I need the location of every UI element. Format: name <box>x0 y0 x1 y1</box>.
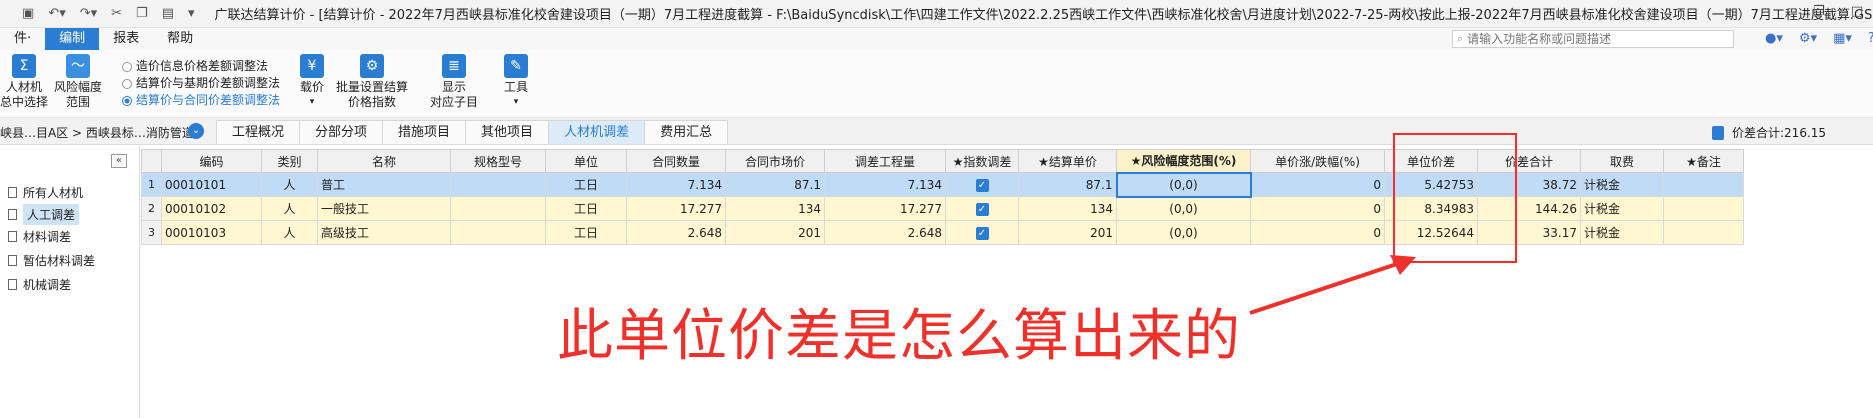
load-price-button[interactable]: ¥ 载价 ▾ <box>300 54 324 110</box>
checkbox-checked-icon[interactable]: ✓ <box>975 179 989 192</box>
document-icon <box>8 209 17 220</box>
function-search[interactable]: ⌕ <box>1452 30 1734 48</box>
user-icon[interactable]: ●▾ <box>1765 31 1783 46</box>
tab-material-adjust[interactable]: 人材机调差 <box>548 120 646 144</box>
checkbox-checked-icon[interactable]: ✓ <box>975 203 989 216</box>
batch-icon: ⚙ <box>360 54 384 78</box>
ribbon-toolbar: Σ 人材机 总中选择 〜 风险幅度 范围 造价信息价格差额调整法 结算价与基期价… <box>0 50 1873 118</box>
paste-icon[interactable]: ▤ <box>162 6 174 21</box>
dropdown-icon[interactable]: ▾ <box>188 6 195 21</box>
search-icon: ⌕ <box>1457 32 1464 45</box>
col-index-adjust[interactable]: ★指数调差 <box>945 149 1019 173</box>
dropdown-icon: ▾ <box>513 97 519 107</box>
menubar-right-icons: ●▾ ⚙▾ ▦▾ ? <box>1765 31 1873 46</box>
document-icon <box>8 255 17 266</box>
collapse-icon[interactable]: « <box>111 154 127 168</box>
tab-cost-summary[interactable]: 费用汇总 <box>644 120 729 144</box>
checkbox-checked-icon[interactable]: ✓ <box>975 227 989 240</box>
annotation-question: 此单位价差是怎么算出来的 <box>557 304 1241 369</box>
col-name[interactable]: 名称 <box>317 149 451 173</box>
menu-report[interactable]: 报表 <box>99 28 153 50</box>
document-icon <box>8 187 17 198</box>
col-adjust-qty[interactable]: 调差工程量 <box>824 149 946 173</box>
search-input[interactable] <box>1467 32 1718 46</box>
menu-help[interactable]: 帮助 <box>153 28 207 50</box>
material-tree-panel: « 所有人材机 人工调差 材料调差 暂估材料调差 机械调差 <box>0 146 140 418</box>
tree-item-material[interactable]: 材料调差 <box>8 228 71 245</box>
risk-range-button[interactable]: 〜 风险幅度 范围 <box>54 54 102 110</box>
col-unit[interactable]: 单位 <box>545 149 627 173</box>
show-subitem-button[interactable]: ≣ 显示 对应子目 <box>430 54 478 110</box>
list-icon: ≣ <box>442 54 466 78</box>
batch-index-button[interactable]: ⚙ 批量设置结算 价格指数 <box>336 54 408 110</box>
layout-icon[interactable]: ▦▾ <box>1833 31 1852 46</box>
tab-overview[interactable]: 工程概况 <box>216 120 301 144</box>
sigma-icon: Σ <box>12 54 36 78</box>
document-icon <box>8 279 17 290</box>
annotation-arrow-icon <box>1249 255 1416 315</box>
cut-icon[interactable]: ✂ <box>111 6 122 21</box>
settings-icon[interactable]: ⚙▾ <box>1799 31 1817 46</box>
maximize-icon[interactable]: □ <box>1851 4 1863 19</box>
quick-access-toolbar: ▣ ↶▾ ↷▾ ✂ ❐ ▤ ▾ <box>0 6 195 21</box>
breadcrumb[interactable]: 峡县…目A区 > 西峡县标…消防管道 <box>0 124 194 141</box>
title-bar: ▣ ↶▾ ↷▾ ✂ ❐ ▤ ▾ 广联达结算计价 - [结算计价 - 2022年7… <box>0 0 1873 28</box>
radio-info-price[interactable]: 造价信息价格差额调整法 <box>122 58 280 75</box>
help-icon[interactable]: ? <box>1868 31 1873 46</box>
document-icon <box>8 231 17 242</box>
col-settle-price[interactable]: ★结算单价 <box>1018 149 1117 173</box>
tools-button[interactable]: ✎ 工具 ▾ <box>504 54 528 110</box>
material-select-button[interactable]: Σ 人材机 总中选择 <box>0 54 48 110</box>
tree-item-labor[interactable]: 人工调差 <box>8 204 80 225</box>
col-spec[interactable]: 规格型号 <box>450 149 546 173</box>
tab-other[interactable]: 其他项目 <box>465 120 550 144</box>
diff-total: 价差合计:216.15 <box>1712 124 1826 141</box>
window-title: 广联达结算计价 - [结算计价 - 2022年7月西峡县标准化校舍建设项目（一期… <box>214 8 1873 23</box>
col-contract-qty[interactable]: 合同数量 <box>626 149 726 173</box>
col-type[interactable]: 类别 <box>261 149 318 173</box>
tree-item-provisional[interactable]: 暂估材料调差 <box>8 252 95 269</box>
filter-icon[interactable] <box>1712 125 1724 140</box>
menu-file[interactable]: 件· <box>0 28 45 50</box>
tab-measures[interactable]: 措施项目 <box>382 120 467 144</box>
radio-base-price[interactable]: 结算价与基期价差额调整法 <box>122 75 280 92</box>
tools-icon: ✎ <box>504 54 528 78</box>
col-risk-range[interactable]: ★风险幅度范围(%) <box>1116 149 1251 173</box>
col-contract-price[interactable]: 合同市场价 <box>725 149 825 173</box>
col-price-change[interactable]: 单价涨/跌幅(%) <box>1250 149 1385 173</box>
col-note[interactable]: ★备注 <box>1663 149 1744 173</box>
menu-edit[interactable]: 编制 <box>45 28 100 50</box>
adjust-method-radios: 造价信息价格差额调整法 结算价与基期价差额调整法 结算价与合同价差额调整法 <box>122 58 280 109</box>
download-icon: ¥ <box>300 54 324 78</box>
save-icon[interactable]: ▣ <box>22 6 34 21</box>
dropdown-icon: ▾ <box>309 97 315 107</box>
redo-icon[interactable]: ↷▾ <box>80 6 97 21</box>
tab-row: 峡县…目A区 > 西峡县标…消防管道 ⌄ 工程概况 分部分项 措施项目 其他项目… <box>0 118 1873 145</box>
restore-icon[interactable]: ❐ <box>1813 4 1825 19</box>
col-rownum <box>141 149 162 173</box>
copy-icon[interactable]: ❐ <box>136 6 148 21</box>
tab-subitems[interactable]: 分部分项 <box>299 120 384 144</box>
col-fee[interactable]: 取费 <box>1580 149 1664 173</box>
col-code[interactable]: 编码 <box>161 149 262 173</box>
chevron-down-icon[interactable]: ⌄ <box>188 123 204 139</box>
tree-item-machine[interactable]: 机械调差 <box>8 276 71 293</box>
chart-icon: 〜 <box>66 54 90 78</box>
radio-contract-price[interactable]: 结算价与合同价差额调整法 <box>122 92 280 109</box>
tabs: 工程概况 分部分项 措施项目 其他项目 人材机调差 费用汇总 <box>216 120 729 144</box>
menu-bar: 件· 编制 报表 帮助 ⌕ ●▾ ⚙▾ ▦▾ ? <box>0 28 1873 50</box>
tree-item-all[interactable]: 所有人材机 <box>8 184 83 201</box>
undo-icon[interactable]: ↶▾ <box>48 6 65 21</box>
annotation-highlight-box <box>1393 133 1517 263</box>
window-controls: ❐ □ <box>1813 4 1863 19</box>
